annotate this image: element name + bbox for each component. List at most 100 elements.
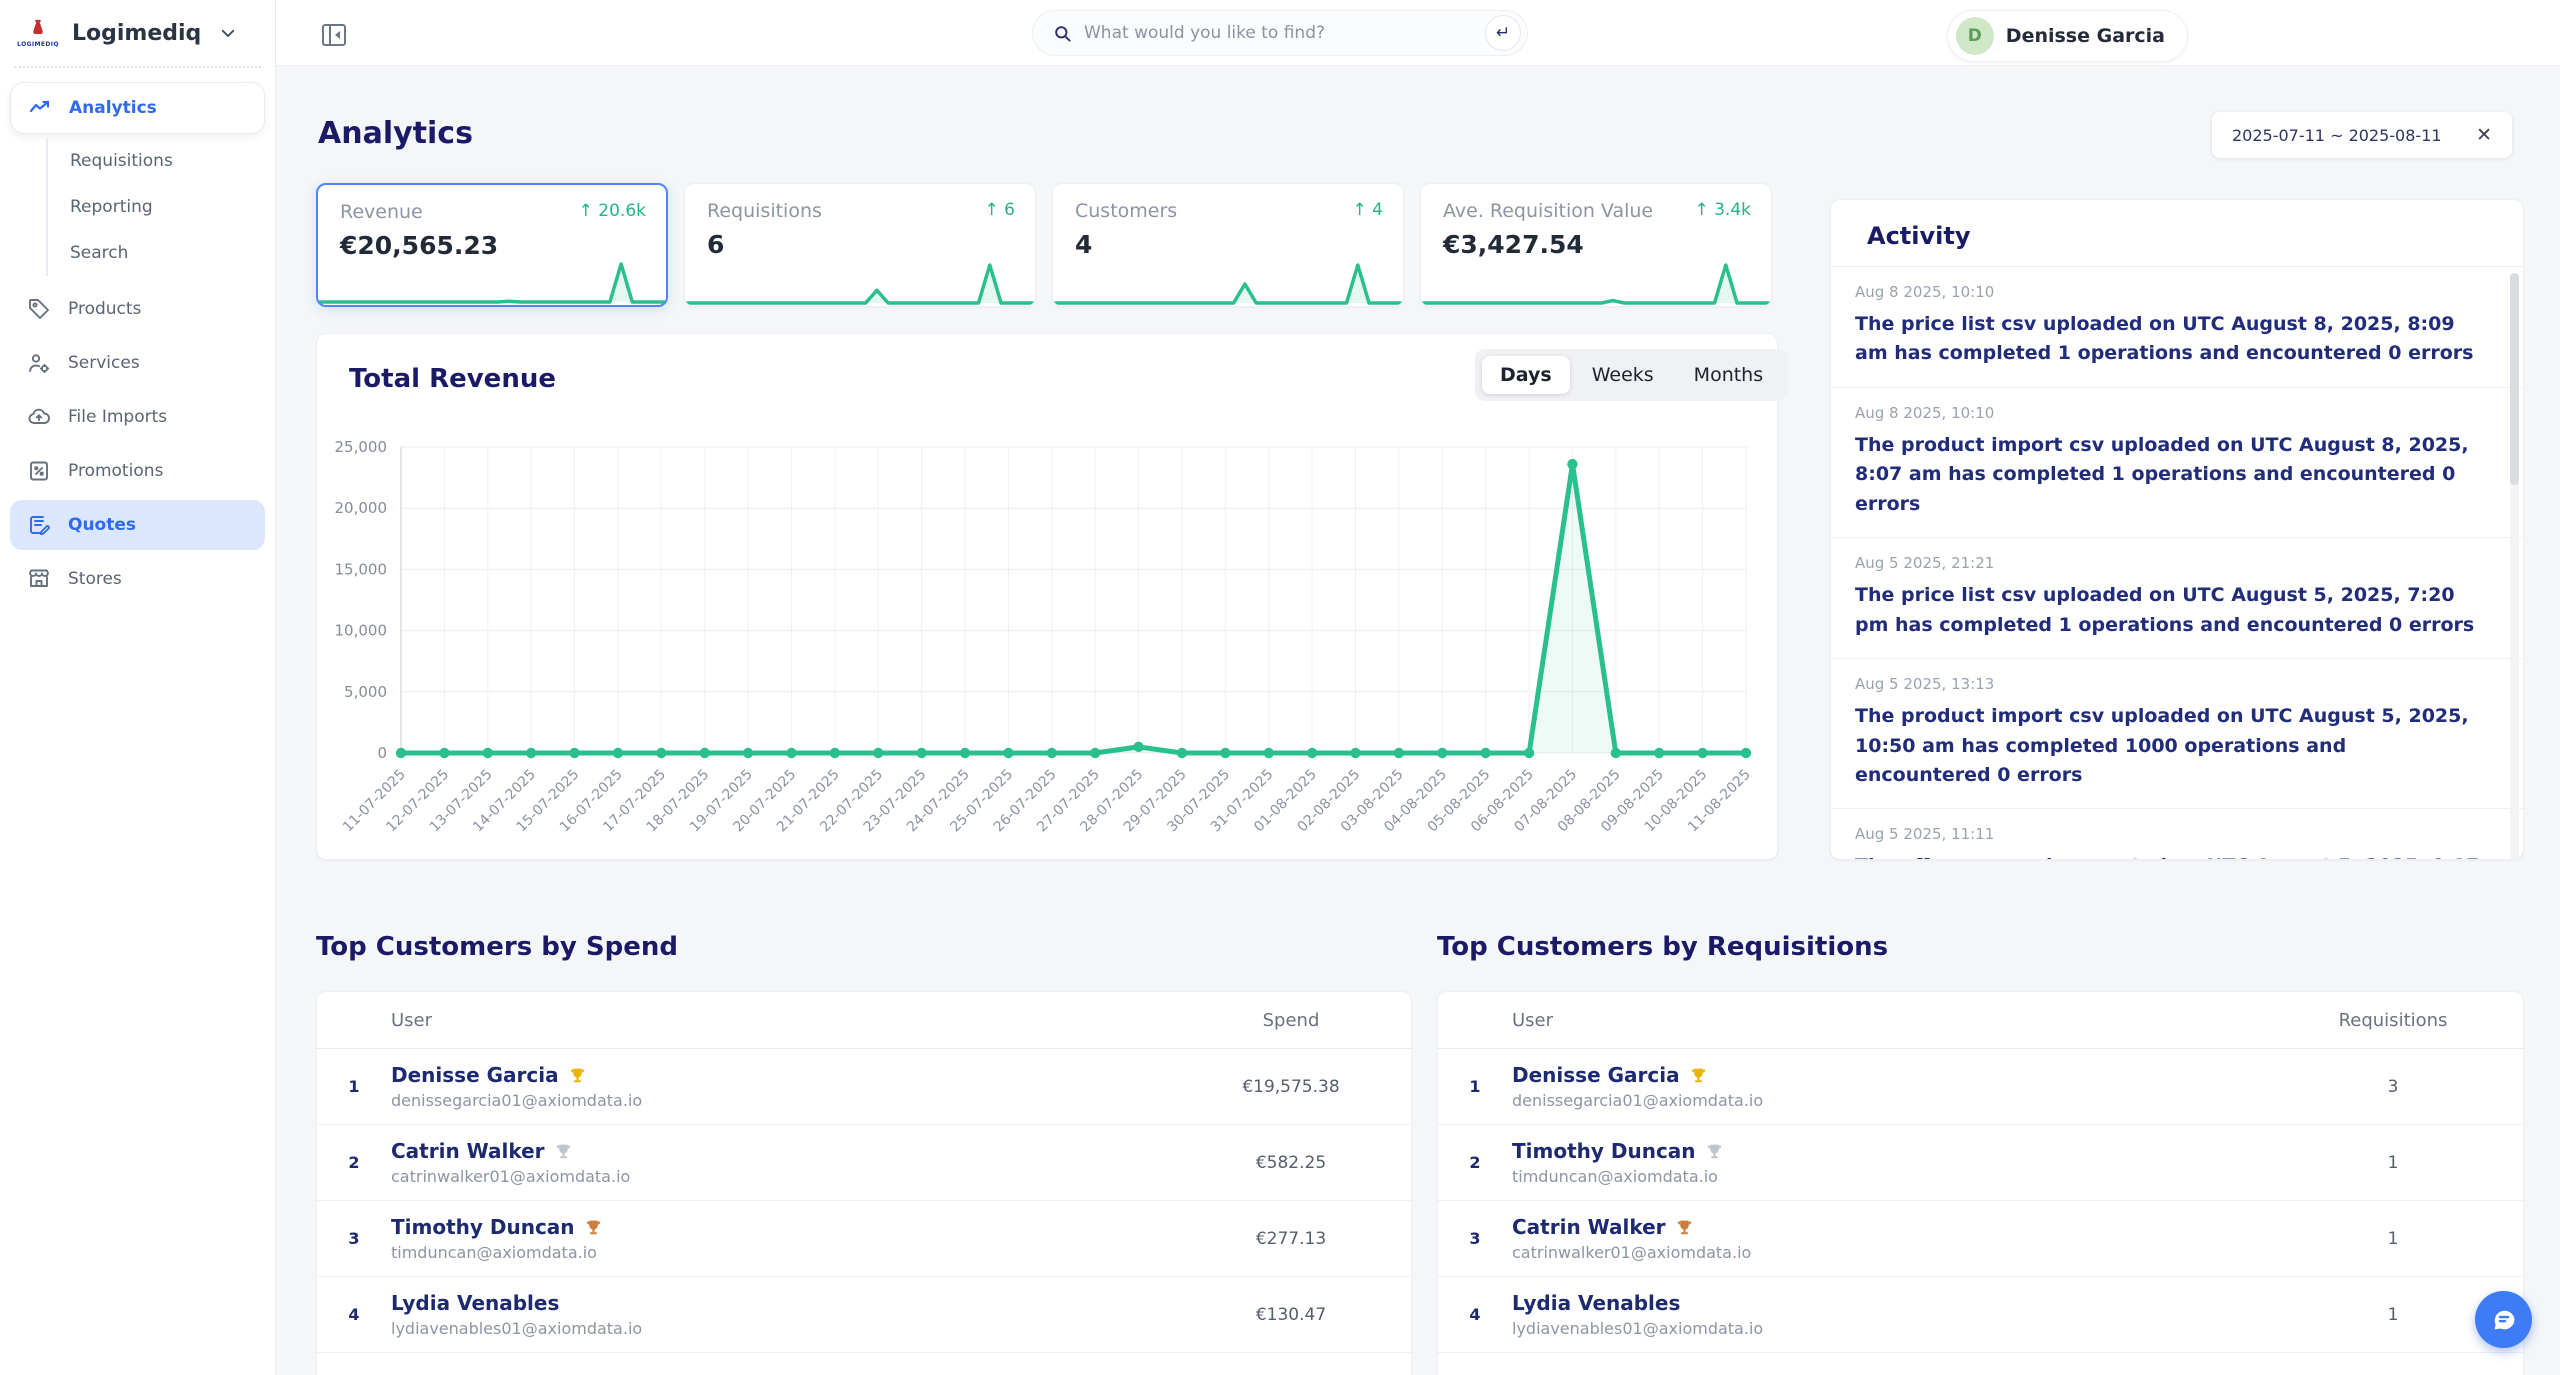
sparkline [685, 263, 1035, 305]
sidebar-item-services[interactable]: Services [10, 338, 265, 388]
kpi-card-customers[interactable]: Customers ↑ 4 4 [1052, 183, 1404, 307]
kpi-card-ave-requisition-value[interactable]: Ave. Requisition Value ↑ 3.4k €3,427.54 [1420, 183, 1772, 307]
kpi-trend: ↑ 20.6k [578, 201, 646, 221]
date-range-filter[interactable]: 2025-07-11 ~ 2025-08-11 ✕ [2212, 112, 2512, 158]
customer-name: Lydia Venables [391, 1291, 560, 1315]
activity-item: Aug 8 2025, 10:10 The price list csv upl… [1831, 267, 2523, 388]
trophy-icon [1676, 1219, 1693, 1236]
rank: 3 [1469, 1229, 1481, 1248]
svg-text:10,000: 10,000 [335, 622, 388, 640]
sidebar-item-reporting[interactable]: Reporting [48, 184, 265, 230]
svg-text:25,000: 25,000 [335, 438, 388, 456]
activity-list: Aug 8 2025, 10:10 The price list csv upl… [1831, 266, 2523, 859]
sidebar-item-promotions[interactable]: Promotions [10, 446, 265, 496]
activity-message: The offer approvals exported on UTC Augu… [1855, 852, 2483, 859]
rank: 4 [1469, 1305, 1481, 1324]
close-icon[interactable]: ✕ [2472, 122, 2496, 148]
trophy-icon [555, 1143, 572, 1160]
table-row[interactable]: 3 Catrin Walker catrinwalker01@axiomdata… [1438, 1201, 2523, 1277]
table-row[interactable]: 3 Timothy Duncan timduncan@axiomdata.io … [317, 1201, 1411, 1277]
sparkline [1421, 263, 1771, 305]
trophy-icon [585, 1219, 602, 1236]
rank: 1 [348, 1077, 360, 1096]
rank: 1 [1469, 1077, 1481, 1096]
trophy-icon [569, 1067, 586, 1084]
table-row[interactable]: 2 Catrin Walker catrinwalker01@axiomdata… [317, 1125, 1411, 1201]
topbar: ↵ D Denisse Garcia [276, 0, 2560, 66]
sidebar-item-file-imports[interactable]: File Imports [10, 392, 265, 442]
trophy-icon [1706, 1143, 1723, 1160]
kpi-label: Ave. Requisition Value [1443, 200, 1654, 222]
cell-value: 1 [2387, 1228, 2399, 1249]
customer-name: Denisse Garcia [1512, 1063, 2263, 1087]
sidebar-item-products[interactable]: Products [10, 284, 265, 334]
sparkline [318, 262, 666, 304]
activity-date: Aug 5 2025, 21:21 [1855, 554, 1995, 573]
search-submit-button[interactable]: ↵ [1485, 15, 1521, 51]
sidebar-item-quotes[interactable]: Quotes [10, 500, 265, 550]
column-requisitions: Requisitions [2338, 1009, 2448, 1031]
sidebar-item-label: Promotions [68, 461, 164, 481]
user-menu[interactable]: D Denisse Garcia [1946, 10, 2188, 62]
avatar: D [1955, 17, 1994, 55]
table-row[interactable]: 2 Timothy Duncan timduncan@axiomdata.io … [1438, 1125, 2523, 1201]
table-header: User Requisitions [1438, 992, 2523, 1049]
activity-title: Activity [1867, 222, 1971, 250]
customer-name: Catrin Walker [391, 1139, 1171, 1163]
brand-menu[interactable]: LOGIMEDIQ Logimediq [0, 0, 275, 66]
table-row[interactable]: 1 Denisse Garcia denissegarcia01@axiomda… [1438, 1049, 2523, 1125]
date-range-value: 2025-07-11 ~ 2025-08-11 [2232, 125, 2442, 145]
activity-message: The product import csv uploaded on UTC A… [1855, 705, 2469, 786]
chat-bubble-icon [2490, 1306, 2518, 1334]
line-chart: 05,00010,00015,00020,00025,00011-07-2025… [335, 438, 1754, 835]
activity-item: Aug 5 2025, 13:13 The product import csv… [1831, 659, 2523, 810]
kpi-label: Requisitions [707, 200, 822, 222]
quote-edit-icon [26, 512, 52, 538]
table-row[interactable]: 4 Lydia Venables lydiavenables01@axiomda… [1438, 1277, 2523, 1353]
column-spend: Spend [1262, 1009, 1320, 1031]
activity-panel: Activity Aug 8 2025, 10:10 The price lis… [1830, 199, 2524, 860]
kpi-card-revenue[interactable]: Revenue ↑ 20.6k €20,565.23 [316, 183, 668, 307]
activity-message: The price list csv uploaded on UTC Augus… [1855, 584, 2475, 636]
customer-name: Timothy Duncan [1512, 1139, 2263, 1163]
user-gear-icon [26, 350, 52, 376]
search-input[interactable] [1084, 23, 1485, 43]
sidebar-nav: Analytics Requisitions Reporting Search … [0, 68, 275, 622]
kpi-value: €20,565.23 [340, 231, 499, 260]
cell-value: €277.13 [1255, 1228, 1327, 1249]
sidebar-item-analytics[interactable]: Analytics [10, 82, 265, 134]
svg-text:20,000: 20,000 [335, 499, 388, 517]
sidebar-item-label: Quotes [68, 515, 137, 535]
sidebar-item-search[interactable]: Search [48, 230, 265, 276]
chevron-down-icon [219, 24, 237, 42]
sidebar-collapse-button[interactable] [318, 19, 350, 51]
cell-value: €130.47 [1255, 1304, 1327, 1325]
user-name: Denisse Garcia [2005, 25, 2165, 47]
rank: 3 [348, 1229, 360, 1248]
table-row[interactable]: 4 Lydia Venables lydiavenables01@axiomda… [317, 1277, 1411, 1353]
sidebar-item-requisitions[interactable]: Requisitions [48, 138, 265, 184]
kpi-trend: ↑ 3.4k [1694, 200, 1751, 220]
activity-item: Aug 8 2025, 10:10 The product import csv… [1831, 388, 2523, 539]
customer-email: timduncan@axiomdata.io [391, 1243, 597, 1262]
activity-date: Aug 8 2025, 10:10 [1855, 403, 1995, 422]
customer-email: timduncan@axiomdata.io [1512, 1167, 1718, 1186]
chat-fab-button[interactable] [2475, 1291, 2532, 1348]
trophy-icon [1690, 1067, 1707, 1084]
kpi-value: €3,427.54 [1443, 230, 1584, 259]
kpi-card-requisitions[interactable]: Requisitions ↑ 6 6 [684, 183, 1036, 307]
scrollbar-track[interactable] [2510, 273, 2519, 859]
analytics-icon [27, 95, 53, 121]
total-revenue-chart-card: Total Revenue Days Weeks Months 0 5,000 10… [316, 333, 1789, 860]
cell-value: 1 [2387, 1152, 2399, 1173]
kpi-label: Customers [1075, 200, 1178, 222]
customer-email: catrinwalker01@axiomdata.io [1512, 1243, 1752, 1262]
tag-icon [26, 296, 52, 322]
table-row[interactable]: 1 Denisse Garcia denissegarcia01@axiomda… [317, 1049, 1411, 1125]
customer-email: denissegarcia01@axiomdata.io [1512, 1091, 1764, 1110]
sidebar-item-label: Products [68, 299, 142, 319]
analytics-subnav: Requisitions Reporting Search [46, 138, 265, 276]
sidebar-item-stores[interactable]: Stores [10, 554, 265, 604]
scrollbar-thumb[interactable] [2510, 273, 2519, 485]
spend-table-title: Top Customers by Spend [316, 932, 678, 962]
